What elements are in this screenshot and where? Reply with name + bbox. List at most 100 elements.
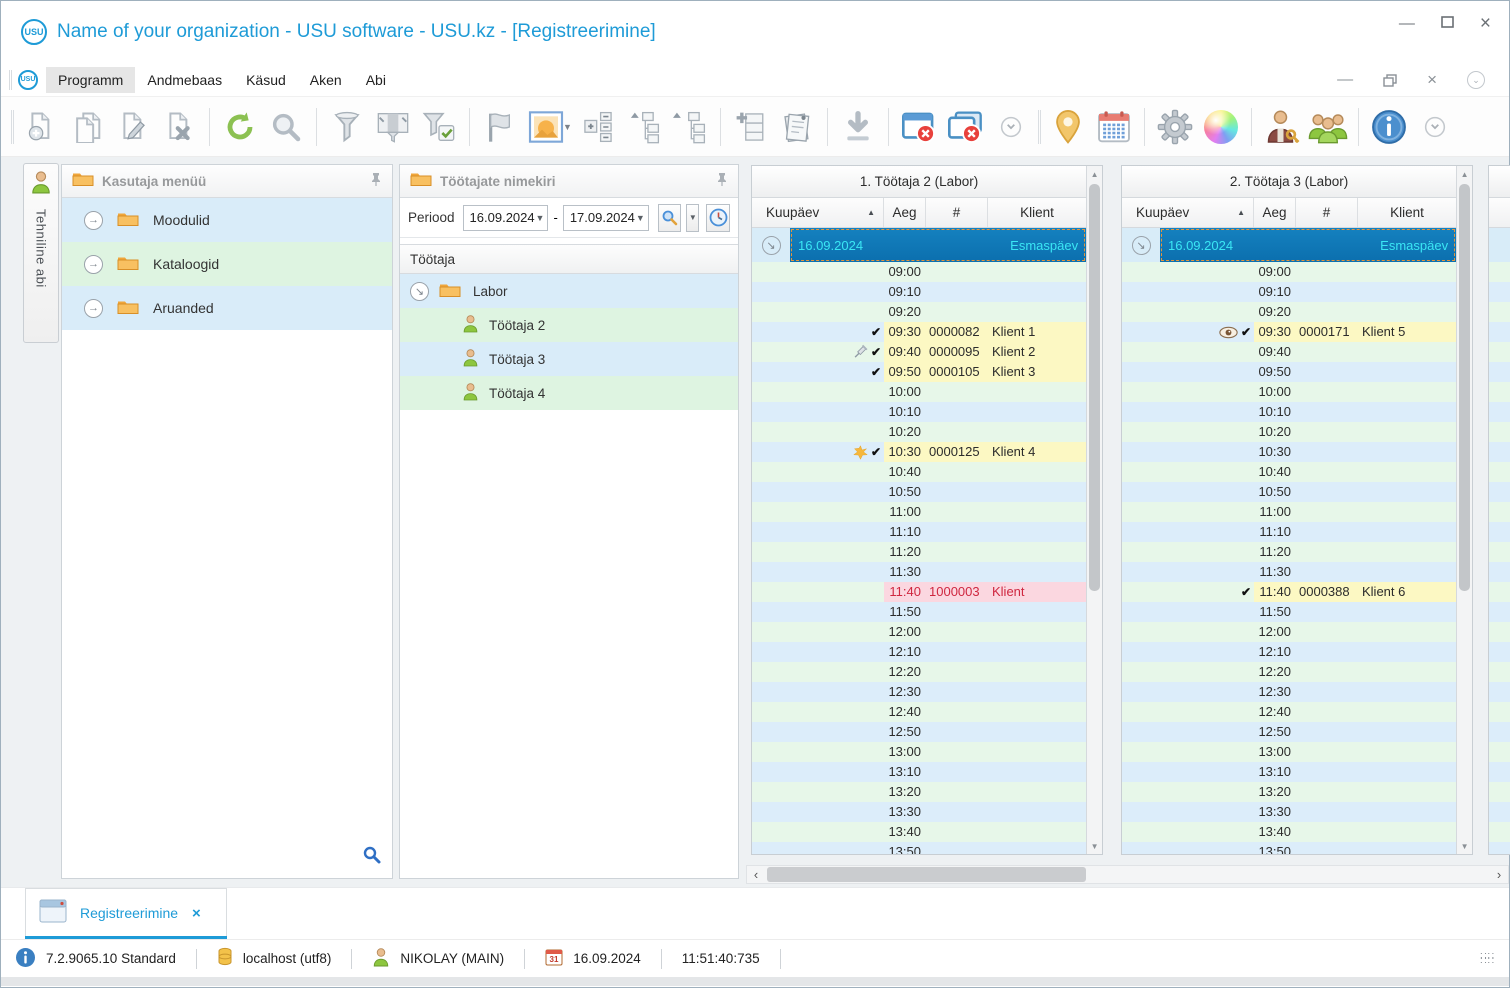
- schedule-row[interactable]: 12:20: [1122, 662, 1456, 682]
- horizontal-scroll-thumb[interactable]: [767, 867, 1086, 882]
- horizontal-scrollbar[interactable]: ‹ ›: [746, 865, 1509, 884]
- schedule-row[interactable]: 13:00: [752, 742, 1086, 762]
- notes-icon[interactable]: [774, 104, 820, 150]
- pin-icon[interactable]: [716, 172, 728, 191]
- schedule-row[interactable]: 11:20: [752, 542, 1086, 562]
- copy-document-icon[interactable]: [64, 104, 110, 150]
- column-header-klient[interactable]: Klient: [1358, 198, 1456, 227]
- settings-gear-icon[interactable]: [1152, 104, 1198, 150]
- schedule-row[interactable]: 09:20: [752, 302, 1086, 322]
- user-key-icon[interactable]: [1259, 104, 1305, 150]
- schedule-row[interactable]: 10:10: [752, 402, 1086, 422]
- schedule-row[interactable]: 13:40: [1122, 822, 1456, 842]
- schedule-row[interactable]: 11:50: [752, 602, 1086, 622]
- schedule-row[interactable]: 12:00: [752, 622, 1086, 642]
- mdi-menu-chevron[interactable]: ⌄: [1467, 71, 1485, 89]
- schedule-row[interactable]: 12:50: [1122, 722, 1456, 742]
- schedule-row[interactable]: ✔09:300000171Klient 5: [1122, 322, 1456, 342]
- scroll-right-icon[interactable]: ›: [1490, 867, 1508, 882]
- schedule-row[interactable]: 13:20: [752, 782, 1086, 802]
- column-header-aeg[interactable]: Aeg: [884, 198, 926, 227]
- schedule-row[interactable]: 10:20: [752, 422, 1086, 442]
- schedule-date-row[interactable]: ↘16.09.2024Esmaspäev: [752, 228, 1086, 262]
- search-icon[interactable]: [362, 845, 382, 870]
- schedule-row[interactable]: 09:50: [1122, 362, 1456, 382]
- schedule-date-row[interactable]: ↘16.09.2024Esmaspäev: [1122, 228, 1456, 262]
- schedule-row[interactable]: ✔10:300000125Klient 4: [752, 442, 1086, 462]
- schedule-row[interactable]: 13:50: [752, 842, 1086, 854]
- search-icon[interactable]: [263, 104, 309, 150]
- scroll-down-icon[interactable]: ▼: [1091, 838, 1099, 854]
- menu-item-abi[interactable]: Abi: [354, 67, 398, 93]
- schedule-row[interactable]: 11:401000003Klient: [752, 582, 1086, 602]
- schedule-row[interactable]: 11:00: [752, 502, 1086, 522]
- sidebar-item-moodulid[interactable]: →Moodulid: [62, 198, 392, 242]
- sidebar-item-aruanded[interactable]: →Aruanded: [62, 286, 392, 330]
- schedule-row[interactable]: 10:00: [752, 382, 1086, 402]
- collapse-icon[interactable]: ↘: [762, 236, 781, 255]
- schedule-row[interactable]: 09:20: [1122, 302, 1456, 322]
- schedule-row[interactable]: 13:30: [1122, 802, 1456, 822]
- chevron-circle-icon[interactable]: [988, 104, 1034, 150]
- location-pin-icon[interactable]: [1045, 104, 1091, 150]
- column-header-number[interactable]: #: [926, 198, 988, 227]
- menu-item-aken[interactable]: Aken: [298, 67, 354, 93]
- schedule-row[interactable]: 12:30: [1122, 682, 1456, 702]
- schedule-row[interactable]: 10:50: [752, 482, 1086, 502]
- employee-item-2[interactable]: Töötaja 2: [400, 308, 738, 342]
- schedule-row[interactable]: 10:10: [1122, 402, 1456, 422]
- schedule-row[interactable]: 10:40: [1122, 462, 1456, 482]
- collapse-icon[interactable]: ↘: [410, 282, 429, 301]
- edit-document-icon[interactable]: [110, 104, 156, 150]
- schedule-row[interactable]: ✔11:400000388Klient 6: [1122, 582, 1456, 602]
- column-header-klient[interactable]: Klient: [988, 198, 1086, 227]
- scroll-up-icon[interactable]: ▲: [1091, 166, 1099, 182]
- schedule-row[interactable]: ✔09:400000095Klient 2: [752, 342, 1086, 362]
- schedule-row[interactable]: 11:30: [752, 562, 1086, 582]
- color-palette-icon[interactable]: [1198, 104, 1244, 150]
- expand-icon[interactable]: →: [84, 299, 103, 318]
- tab-close-icon[interactable]: ×: [192, 905, 201, 922]
- tech-support-tab[interactable]: Tehniline abi: [23, 163, 59, 343]
- schedule-row[interactable]: 12:20: [752, 662, 1086, 682]
- vertical-scrollbar[interactable]: ▲▼: [1086, 166, 1102, 854]
- schedule-row[interactable]: 10:50: [1122, 482, 1456, 502]
- menu-item-ksud[interactable]: Käsud: [234, 67, 298, 93]
- mdi-close-button[interactable]: ×: [1427, 70, 1437, 90]
- delete-document-icon[interactable]: [156, 104, 202, 150]
- flag-icon[interactable]: [477, 104, 523, 150]
- expand-icon[interactable]: →: [84, 255, 103, 274]
- menu-item-programm[interactable]: Programm: [46, 67, 135, 93]
- schedule-row[interactable]: 11:10: [1122, 522, 1456, 542]
- download-icon[interactable]: [835, 104, 881, 150]
- employee-column-header[interactable]: Töötaja: [400, 244, 738, 274]
- schedule-row[interactable]: 12:30: [752, 682, 1086, 702]
- date-from-combobox[interactable]: 16.09.2024 ▼: [463, 205, 549, 231]
- filter-columns-icon[interactable]: [370, 104, 416, 150]
- refresh-icon[interactable]: [217, 104, 263, 150]
- vertical-scroll-thumb[interactable]: [1089, 184, 1100, 591]
- schedule-row[interactable]: 11:50: [1122, 602, 1456, 622]
- schedule-row[interactable]: 12:40: [1122, 702, 1456, 722]
- close-window-icon[interactable]: [896, 104, 942, 150]
- add-row-icon[interactable]: [728, 104, 774, 150]
- schedule-row[interactable]: 13:10: [1122, 762, 1456, 782]
- schedule-row[interactable]: 12:00: [1122, 622, 1456, 642]
- collapse-tree-icon[interactable]: [621, 104, 667, 150]
- scroll-down-icon[interactable]: ▼: [1461, 838, 1469, 854]
- employee-item-3[interactable]: Töötaja 3: [400, 342, 738, 376]
- chevron-circle-icon[interactable]: [1412, 104, 1458, 150]
- date-to-combobox[interactable]: 17.09.2024 ▼: [563, 205, 649, 231]
- sidebar-item-kataloogid[interactable]: →Kataloogid: [62, 242, 392, 286]
- schedule-row[interactable]: 12:40: [752, 702, 1086, 722]
- calendar-icon[interactable]: [1091, 104, 1137, 150]
- schedule-row[interactable]: 09:00: [752, 262, 1086, 282]
- new-document-icon[interactable]: [18, 104, 64, 150]
- mdi-minimize-button[interactable]: —: [1337, 71, 1353, 89]
- close-button[interactable]: ×: [1480, 15, 1491, 33]
- employee-item-4[interactable]: Töötaja 4: [400, 376, 738, 410]
- schedule-row[interactable]: 11:00: [1122, 502, 1456, 522]
- schedule-row[interactable]: 12:50: [752, 722, 1086, 742]
- close-all-windows-icon[interactable]: [942, 104, 988, 150]
- vertical-scroll-thumb[interactable]: [1459, 184, 1470, 591]
